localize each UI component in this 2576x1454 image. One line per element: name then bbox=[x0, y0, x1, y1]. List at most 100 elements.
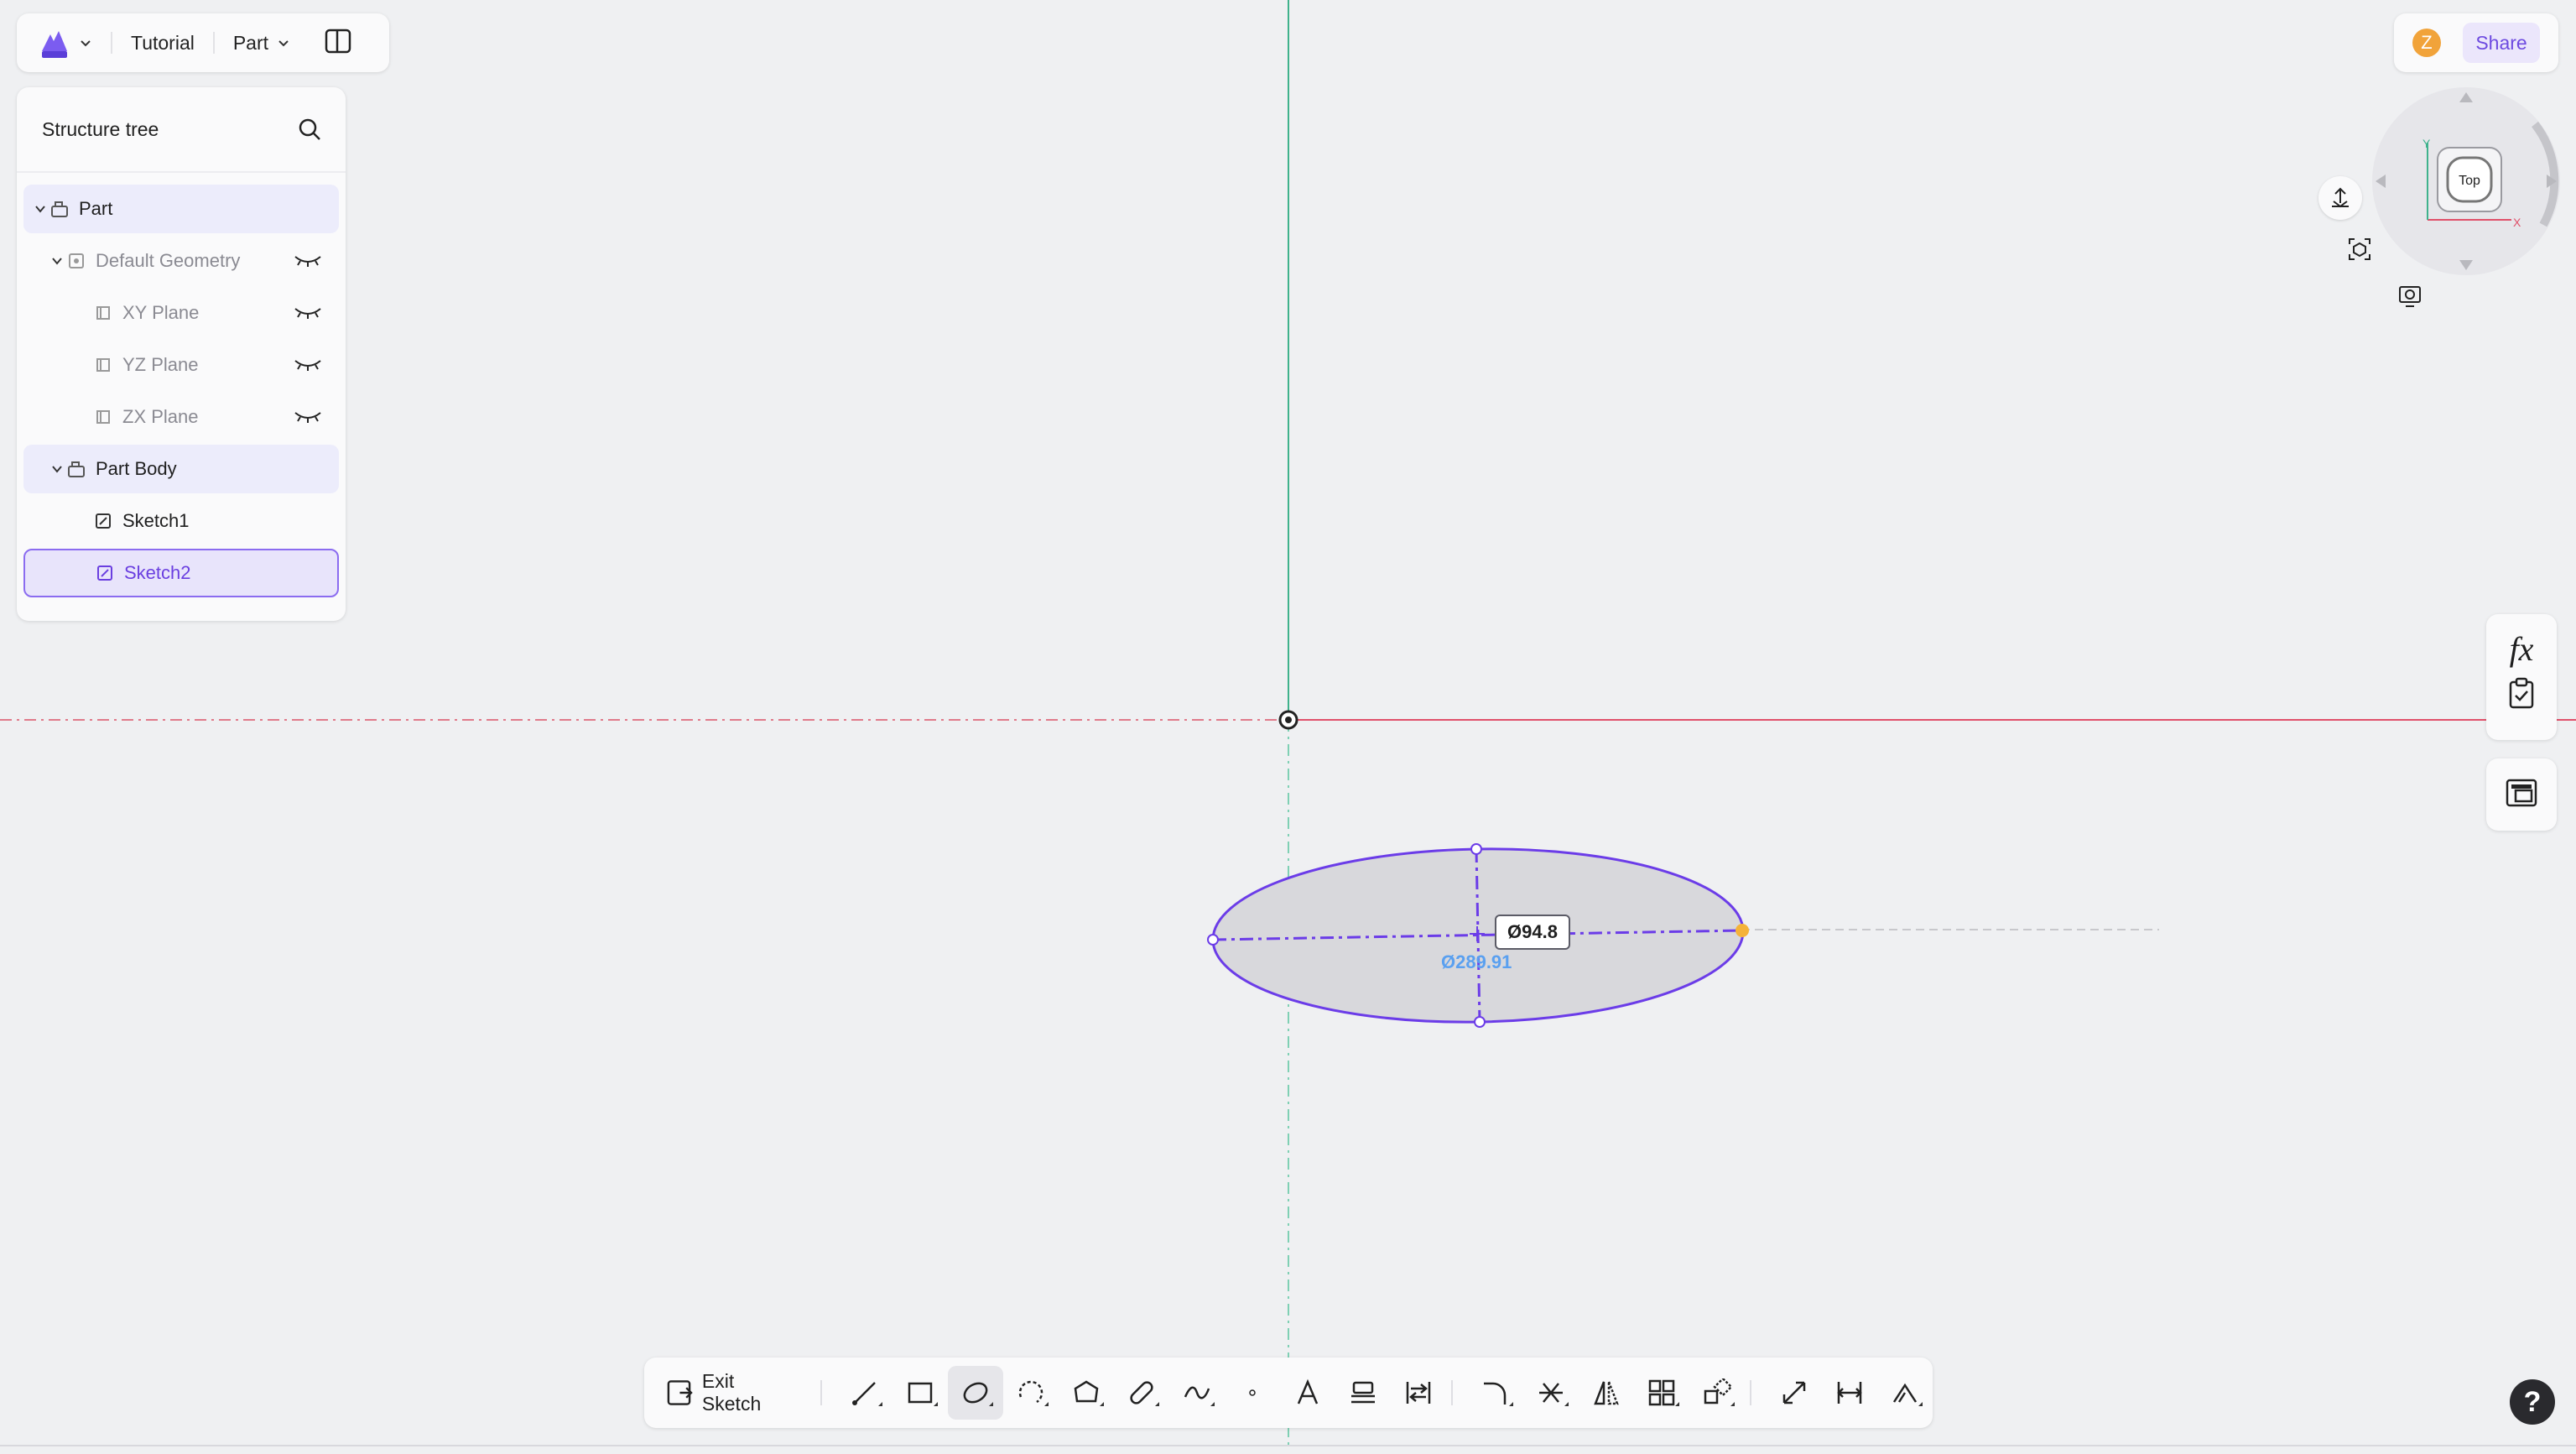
tree-item-sketch1[interactable]: Sketch1 bbox=[23, 497, 339, 545]
tree-item-label: YZ Plane bbox=[122, 354, 199, 375]
arc-icon bbox=[1019, 1380, 1043, 1404]
sketch-canvas[interactable] bbox=[0, 0, 2576, 1454]
offset-icon bbox=[1351, 1381, 1376, 1404]
mode-dropdown[interactable]: Part bbox=[233, 32, 290, 55]
avatar[interactable]: Z bbox=[2412, 29, 2441, 57]
search-icon[interactable] bbox=[297, 117, 322, 142]
tree-item-xy-plane[interactable]: XY Plane bbox=[23, 289, 339, 337]
tree-item-label: Sketch2 bbox=[124, 562, 191, 583]
help-button[interactable]: ? bbox=[2510, 1379, 2555, 1425]
polygon-icon bbox=[1074, 1380, 1099, 1403]
view-cube-face-label[interactable]: Top bbox=[2459, 174, 2480, 188]
tree-item-label: ZX Plane bbox=[122, 406, 199, 427]
ellipse-handle-left[interactable] bbox=[1207, 934, 1219, 946]
orient-icon bbox=[2332, 187, 2349, 208]
chevron-down-icon[interactable] bbox=[49, 463, 65, 475]
transform-tool[interactable] bbox=[1689, 1366, 1745, 1420]
tree-item-label: Sketch1 bbox=[122, 510, 190, 531]
point-tool[interactable] bbox=[1225, 1366, 1280, 1420]
tree-item-label: XY Plane bbox=[122, 302, 200, 323]
tree-item-yz-plane[interactable]: YZ Plane bbox=[23, 341, 339, 389]
view-cube[interactable]: Top Y X bbox=[2357, 76, 2575, 294]
slot-icon bbox=[1130, 1381, 1153, 1404]
geometry-icon bbox=[65, 252, 87, 270]
tree-item-label: Part Body bbox=[96, 458, 177, 479]
trim-icon bbox=[1539, 1383, 1564, 1403]
project-tool[interactable] bbox=[1767, 1366, 1822, 1420]
share-button[interactable]: Share bbox=[2463, 23, 2540, 63]
fit-view-button[interactable] bbox=[2340, 230, 2379, 268]
transform-icon bbox=[1704, 1378, 1731, 1404]
slot-tool[interactable] bbox=[1114, 1366, 1169, 1420]
orient-view-button[interactable] bbox=[2318, 176, 2362, 220]
ellipse-handle-top[interactable] bbox=[1470, 843, 1482, 855]
part-icon bbox=[49, 200, 70, 218]
minor-dimension-label[interactable]: Ø94.8 bbox=[1495, 915, 1570, 950]
side-tools-panel-2 bbox=[2486, 758, 2557, 831]
check-button[interactable] bbox=[2507, 677, 2536, 713]
major-dimension-label[interactable]: Ø289.91 bbox=[1441, 951, 1512, 973]
tree-item-part-body[interactable]: Part Body bbox=[23, 445, 339, 493]
display-mode-button[interactable] bbox=[2391, 277, 2429, 315]
tree-item-label: Part bbox=[79, 198, 113, 219]
rectangle-tool[interactable] bbox=[892, 1366, 948, 1420]
sketch-toolbar: Exit Sketch bbox=[644, 1358, 1933, 1428]
dimension-tool[interactable] bbox=[1822, 1366, 1877, 1420]
pattern-tool[interactable] bbox=[1634, 1366, 1689, 1420]
plane-icon bbox=[92, 356, 114, 374]
trim-tool[interactable] bbox=[1523, 1366, 1579, 1420]
tree-item-part[interactable]: Part bbox=[23, 185, 339, 233]
drawing-icon bbox=[2506, 779, 2537, 806]
mode-label: Part bbox=[232, 31, 269, 54]
polygon-tool[interactable] bbox=[1059, 1366, 1114, 1420]
rectangle-icon bbox=[908, 1382, 933, 1404]
share-panel: Z Share bbox=[2394, 13, 2558, 72]
constraint-icon bbox=[1892, 1383, 1917, 1403]
eye-closed-icon[interactable] bbox=[294, 356, 322, 378]
fillet-tool[interactable] bbox=[1468, 1366, 1523, 1420]
drawing-button[interactable] bbox=[2506, 779, 2537, 811]
exit-sketch-label: Exit Sketch bbox=[701, 1370, 762, 1415]
offset-tool[interactable] bbox=[1335, 1366, 1391, 1420]
spline-tool[interactable] bbox=[1169, 1366, 1225, 1420]
mirror-tool[interactable] bbox=[1579, 1366, 1634, 1420]
tree-item-zx-plane[interactable]: ZX Plane bbox=[23, 393, 339, 441]
ellipse-tool[interactable] bbox=[948, 1366, 1004, 1420]
ellipse-handle-bottom[interactable] bbox=[1474, 1016, 1486, 1028]
spline-icon bbox=[1184, 1386, 1210, 1399]
convert-tool[interactable] bbox=[1391, 1366, 1446, 1420]
exit-sketch-button[interactable]: Exit Sketch bbox=[666, 1370, 795, 1415]
top-bar: Tutorial Part bbox=[17, 13, 389, 72]
tree-item-sketch2[interactable]: Sketch2 bbox=[23, 549, 339, 597]
arc-tool[interactable] bbox=[1003, 1366, 1059, 1420]
structure-tree-title: Structure tree bbox=[42, 117, 159, 140]
formula-button[interactable]: fx bbox=[2510, 629, 2534, 669]
pattern-icon bbox=[1648, 1379, 1675, 1406]
project-icon bbox=[1782, 1381, 1806, 1404]
y-axis-label: Y bbox=[2422, 137, 2431, 150]
plane-icon bbox=[92, 304, 114, 322]
line-tool[interactable] bbox=[837, 1366, 892, 1420]
text-icon bbox=[1297, 1378, 1319, 1404]
eye-closed-icon[interactable] bbox=[294, 252, 322, 274]
constraint-tool[interactable] bbox=[1877, 1366, 1933, 1420]
chevron-down-icon[interactable] bbox=[49, 255, 65, 267]
eye-closed-icon[interactable] bbox=[294, 304, 322, 326]
display-icon bbox=[2399, 286, 2421, 307]
project-name[interactable]: Tutorial bbox=[131, 32, 195, 55]
ellipse-handle-right[interactable] bbox=[1736, 924, 1749, 937]
text-tool[interactable] bbox=[1280, 1366, 1335, 1420]
x-axis-label: X bbox=[2513, 216, 2521, 229]
tree-item-label: Default Geometry bbox=[96, 250, 241, 271]
chevron-down-icon[interactable] bbox=[32, 203, 49, 215]
app-logo-menu[interactable] bbox=[39, 26, 92, 60]
eye-closed-icon[interactable] bbox=[294, 408, 322, 430]
dimension-icon bbox=[1837, 1382, 1862, 1404]
tree-item-default-geometry[interactable]: Default Geometry bbox=[23, 237, 339, 285]
formula-icon: fx bbox=[2509, 630, 2534, 668]
panel-toggle-button[interactable] bbox=[324, 27, 352, 60]
body-icon bbox=[65, 460, 87, 478]
sidebar-toggle-icon bbox=[325, 29, 351, 53]
ellipse-icon bbox=[963, 1382, 988, 1404]
side-tools-panel: fx bbox=[2486, 614, 2557, 740]
